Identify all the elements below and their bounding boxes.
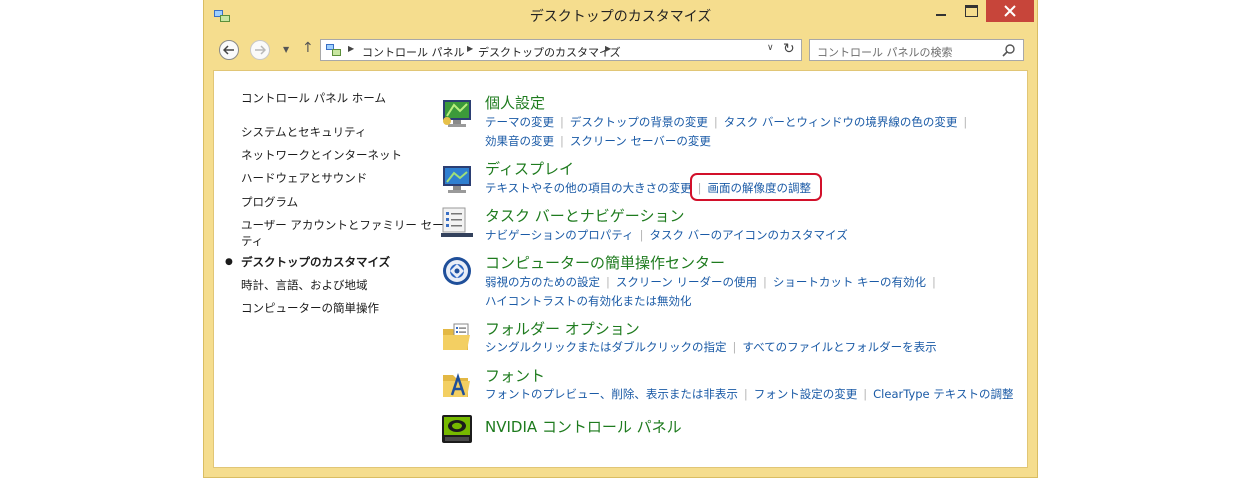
sidebar-item-hardware-sound[interactable]: ハードウェアとサウンド bbox=[241, 170, 367, 186]
folder-options-icon[interactable] bbox=[440, 321, 474, 353]
recent-locations-button[interactable]: ▼ bbox=[283, 45, 289, 54]
link-separator: | bbox=[963, 115, 968, 129]
sidebar-item-user-accounts-cont[interactable]: ティ bbox=[241, 233, 263, 249]
link-customize-taskbar-icons[interactable]: タスク バーのアイコンのカスタマイズ bbox=[649, 228, 847, 242]
refresh-icon[interactable]: ↻ bbox=[783, 41, 795, 57]
sidebar-item-ease-of-access[interactable]: コンピューターの簡単操作 bbox=[241, 300, 379, 316]
minimize-icon bbox=[936, 14, 946, 16]
arrow-left-icon bbox=[223, 45, 234, 55]
fonts-icon[interactable] bbox=[440, 367, 474, 399]
chevron-right-icon[interactable]: ▶ bbox=[605, 44, 611, 53]
personalization-icon[interactable] bbox=[440, 97, 474, 129]
sidebar-item-control-panel-home[interactable]: コントロール パネル ホーム bbox=[241, 90, 386, 106]
window-title: デスクトップのカスタマイズ bbox=[529, 9, 712, 25]
sidebar-item-desktop-customization: デスクトップのカスタマイズ bbox=[241, 255, 391, 269]
back-button[interactable] bbox=[219, 40, 239, 60]
chevron-right-icon[interactable]: ▶ bbox=[467, 44, 473, 53]
category-title-nvidia[interactable]: NVIDIA コントロール パネル bbox=[485, 416, 682, 437]
control-panel-icon bbox=[326, 44, 341, 56]
address-bar[interactable]: ▶ コントロール パネル ▶ デスクトップのカスタマイズ ▶ ∨ ↻ bbox=[320, 39, 802, 61]
link-separator: | bbox=[863, 387, 868, 401]
navigation-bar: ▼ ↑ ▶ コントロール パネル ▶ デスクトップのカスタマイズ ▶ ∨ ↻ コ… bbox=[204, 32, 1037, 70]
sidebar-item-clock-language-region[interactable]: 時計、言語、および地域 bbox=[241, 277, 368, 293]
sidebar-item-network-internet[interactable]: ネットワークとインターネット bbox=[241, 147, 402, 163]
search-box[interactable]: コントロール パネルの検索 bbox=[809, 39, 1024, 61]
category-links-ease-of-access-row2: ハイコントラストの有効化または無効化 bbox=[485, 293, 692, 309]
current-page-bullet: ● bbox=[225, 257, 233, 267]
category-links-personalization-row2: 効果音の変更 | スクリーン セーバーの変更 bbox=[485, 133, 711, 149]
link-change-desktop-background[interactable]: デスクトップの背景の変更 bbox=[570, 115, 708, 129]
maximize-icon bbox=[964, 5, 978, 17]
search-placeholder: コントロール パネルの検索 bbox=[817, 46, 953, 59]
annotation-highlight-box bbox=[690, 173, 822, 201]
link-enable-shortcut-keys[interactable]: ショートカット キーの有効化 bbox=[773, 275, 926, 289]
chevron-down-icon: ▼ bbox=[283, 45, 290, 54]
link-separator: | bbox=[639, 228, 644, 242]
link-separator: | bbox=[743, 387, 748, 401]
category-links-taskbar-navigation: ナビゲーションのプロパティ | タスク バーのアイコンのカスタマイズ bbox=[485, 227, 848, 243]
display-icon[interactable] bbox=[440, 163, 474, 195]
sidebar-item-user-accounts[interactable]: ユーザー アカウントとファミリー セーフ bbox=[241, 217, 454, 233]
breadcrumb-control-panel[interactable]: コントロール パネル bbox=[362, 44, 465, 60]
link-change-sounds[interactable]: 効果音の変更 bbox=[485, 134, 554, 148]
link-show-all-files[interactable]: すべてのファイルとフォルダーを表示 bbox=[742, 340, 936, 354]
title-bar[interactable]: デスクトップのカスタマイズ bbox=[204, 0, 1037, 32]
ease-of-access-icon[interactable] bbox=[440, 255, 474, 287]
link-separator: | bbox=[560, 134, 564, 148]
link-navigation-properties[interactable]: ナビゲーションのプロパティ bbox=[485, 228, 634, 242]
link-separator: | bbox=[606, 275, 610, 289]
link-separator: | bbox=[762, 275, 767, 289]
link-adjust-cleartype[interactable]: ClearType テキストの調整 bbox=[873, 387, 1013, 401]
category-title-taskbar-navigation[interactable]: タスク バーとナビゲーション bbox=[485, 205, 684, 226]
chevron-right-icon[interactable]: ▶ bbox=[348, 44, 354, 53]
link-separator: | bbox=[713, 115, 718, 129]
category-links-folder-options: シングルクリックまたはダブルクリックの指定 | すべてのファイルとフォルダーを表示 bbox=[485, 339, 937, 355]
minimize-button[interactable] bbox=[926, 0, 956, 22]
taskbar-icon[interactable] bbox=[440, 206, 474, 238]
category-links-personalization-row1: テーマの変更 | デスクトップの背景の変更 | タスク バーとウィンドウの境界線の色の変… bbox=[485, 114, 973, 130]
link-separator: | bbox=[560, 115, 564, 129]
category-title-fonts[interactable]: フォント bbox=[485, 365, 545, 386]
nvidia-icon[interactable] bbox=[440, 413, 474, 445]
forward-button[interactable] bbox=[250, 40, 270, 60]
search-icon[interactable] bbox=[1002, 43, 1016, 57]
category-title-personalization[interactable]: 個人設定 bbox=[485, 92, 545, 113]
close-button[interactable] bbox=[986, 0, 1034, 22]
category-links-ease-of-access-row1: 弱視の方のための設定 | スクリーン リーダーの使用 | ショートカット キーの有効化 | bbox=[485, 274, 942, 290]
content-pane: コントロール パネル ホーム システムとセキュリティ ネットワークとインターネッ… bbox=[213, 70, 1028, 468]
breadcrumb-desktop-customization[interactable]: デスクトップのカスタマイズ bbox=[478, 44, 621, 60]
link-change-window-color[interactable]: タスク バーとウィンドウの境界線の色の変更 bbox=[724, 115, 958, 129]
category-links-fonts: フォントのプレビュー、削除、表示または非表示 | フォント設定の変更 | ClearTy… bbox=[485, 386, 1013, 402]
link-change-screen-saver[interactable]: スクリーン セーバーの変更 bbox=[570, 134, 711, 148]
maximize-button[interactable] bbox=[956, 0, 986, 22]
link-separator: | bbox=[732, 340, 737, 354]
link-specify-click-mode[interactable]: シングルクリックまたはダブルクリックの指定 bbox=[485, 340, 727, 354]
link-use-screen-reader[interactable]: スクリーン リーダーの使用 bbox=[616, 275, 757, 289]
address-history-chevron-icon[interactable]: ∨ bbox=[767, 43, 774, 53]
sidebar-item-programs[interactable]: プログラム bbox=[241, 194, 298, 210]
link-preview-delete-fonts[interactable]: フォントのプレビュー、削除、表示または非表示 bbox=[485, 387, 738, 401]
link-separator: | bbox=[932, 275, 936, 289]
sidebar-item-system-security[interactable]: システムとセキュリティ bbox=[241, 124, 366, 140]
category-title-ease-of-access[interactable]: コンピューターの簡単操作センター bbox=[485, 252, 725, 273]
link-low-vision-settings[interactable]: 弱視の方のための設定 bbox=[485, 275, 600, 289]
link-change-font-settings[interactable]: フォント設定の変更 bbox=[754, 387, 858, 401]
up-button[interactable]: ↑ bbox=[302, 40, 314, 56]
arrow-up-icon: ↑ bbox=[302, 40, 314, 56]
link-toggle-high-contrast[interactable]: ハイコントラストの有効化または無効化 bbox=[485, 294, 692, 308]
arrow-right-icon bbox=[255, 45, 266, 55]
link-change-text-size[interactable]: テキストやその他の項目の大きさの変更 bbox=[485, 181, 692, 195]
control-panel-window: デスクトップのカスタマイズ ▼ ↑ ▶ コントロール パネル ▶ デスクトップの… bbox=[203, 0, 1038, 478]
category-title-display[interactable]: ディスプレイ bbox=[485, 158, 574, 179]
category-title-folder-options[interactable]: フォルダー オプション bbox=[485, 318, 640, 339]
close-icon bbox=[1004, 5, 1016, 17]
link-change-theme[interactable]: テーマの変更 bbox=[485, 115, 554, 129]
